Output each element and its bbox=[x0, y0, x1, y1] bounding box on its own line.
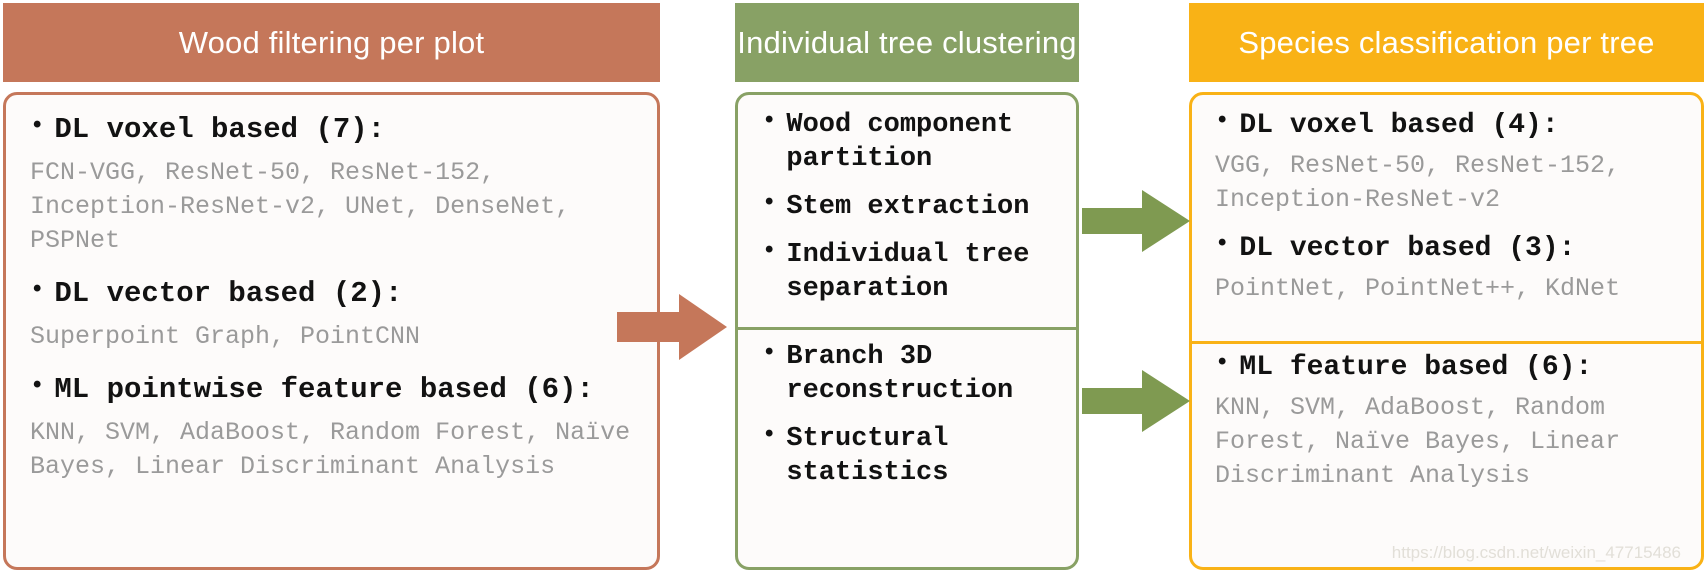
group-methods: PointNet, PointNet++, KdNet bbox=[1215, 274, 1621, 303]
header-species-classification-label: Species classification per tree bbox=[1238, 24, 1655, 60]
arrow-clustering-to-species-top-icon bbox=[1082, 190, 1190, 252]
header-wood-filtering: Wood filtering per plot bbox=[3, 3, 660, 82]
arrow-clustering-to-species-bottom-icon bbox=[1082, 370, 1190, 432]
header-tree-clustering-label: Individual tree clustering bbox=[737, 24, 1077, 60]
panel-divider bbox=[738, 327, 1076, 330]
group-methods: FCN-VGG, ResNet-50, ResNet-152, Inceptio… bbox=[30, 158, 571, 255]
list-item-label: Stem extraction bbox=[786, 192, 1030, 222]
list-item: • DL vector based (2): bbox=[30, 276, 650, 312]
panel-divider bbox=[1192, 341, 1701, 344]
list-item-label: Branch 3D reconstruction bbox=[786, 342, 1014, 406]
group-heading: ML feature based (6): bbox=[1239, 352, 1593, 383]
list-item: • DL vector based (3): bbox=[1215, 231, 1693, 266]
header-species-classification: Species classification per tree bbox=[1189, 3, 1704, 82]
list-item: • DL voxel based (7): bbox=[30, 112, 650, 148]
group-methods: Superpoint Graph, PointCNN bbox=[30, 322, 421, 351]
content-species-classification-top: • DL voxel based (4): VGG, ResNet-50, Re… bbox=[1215, 108, 1693, 306]
group-methods: VGG, ResNet-50, ResNet-152, Inception-Re… bbox=[1215, 151, 1621, 214]
list-item: • Branch 3D reconstruction bbox=[762, 340, 1062, 408]
list-item-label: Individual tree separation bbox=[786, 240, 1030, 304]
list-item: • ML pointwise feature based (6): bbox=[30, 372, 650, 408]
watermark-text: https://blog.csdn.net/weixin_47715486 bbox=[1391, 543, 1681, 562]
bullet-icon: • bbox=[762, 422, 777, 449]
list-item-label: Wood component partition bbox=[786, 110, 1014, 174]
bullet-icon: • bbox=[30, 373, 45, 400]
group-methods: KNN, SVM, AdaBoost, Random Forest, Naïve… bbox=[30, 418, 631, 481]
group-methods: KNN, SVM, AdaBoost, Random Forest, Naïve… bbox=[1215, 393, 1621, 490]
bullet-icon: • bbox=[762, 108, 777, 135]
group-heading: DL vector based (3): bbox=[1239, 233, 1576, 264]
arrow-wood-to-clustering-icon bbox=[617, 294, 727, 360]
bullet-icon: • bbox=[1215, 108, 1230, 135]
list-item: • Stem extraction bbox=[762, 190, 1062, 224]
group-heading: DL vector based (2): bbox=[54, 277, 403, 310]
bullet-icon: • bbox=[762, 340, 777, 367]
content-tree-clustering-top: • Wood component partition • Stem extrac… bbox=[762, 108, 1062, 306]
bullet-icon: • bbox=[1215, 231, 1230, 258]
pipeline-diagram: Wood filtering per plot Individual tree … bbox=[0, 0, 1707, 573]
content-tree-clustering-bottom: • Branch 3D reconstruction • Structural … bbox=[762, 340, 1062, 490]
bullet-icon: • bbox=[1215, 350, 1230, 377]
list-item: • Individual tree separation bbox=[762, 238, 1062, 306]
list-item: • Structural statistics bbox=[762, 422, 1062, 490]
bullet-icon: • bbox=[30, 113, 45, 140]
group-heading: DL voxel based (7): bbox=[54, 113, 386, 146]
bullet-icon: • bbox=[762, 238, 777, 265]
group-heading: ML pointwise feature based (6): bbox=[54, 373, 594, 406]
group-heading: DL voxel based (4): bbox=[1239, 110, 1559, 141]
list-item: • Wood component partition bbox=[762, 108, 1062, 176]
list-item: • DL voxel based (4): bbox=[1215, 108, 1693, 143]
content-species-classification-bottom: • ML feature based (6): KNN, SVM, AdaBoo… bbox=[1215, 350, 1693, 493]
bullet-icon: • bbox=[30, 277, 45, 304]
list-item: • ML feature based (6): bbox=[1215, 350, 1693, 385]
bullet-icon: • bbox=[762, 190, 777, 217]
list-item-label: Structural statistics bbox=[786, 424, 949, 488]
content-wood-filtering: • DL voxel based (7): FCN-VGG, ResNet-50… bbox=[30, 112, 650, 484]
header-tree-clustering: Individual tree clustering bbox=[735, 3, 1079, 82]
header-wood-filtering-label: Wood filtering per plot bbox=[178, 24, 485, 60]
